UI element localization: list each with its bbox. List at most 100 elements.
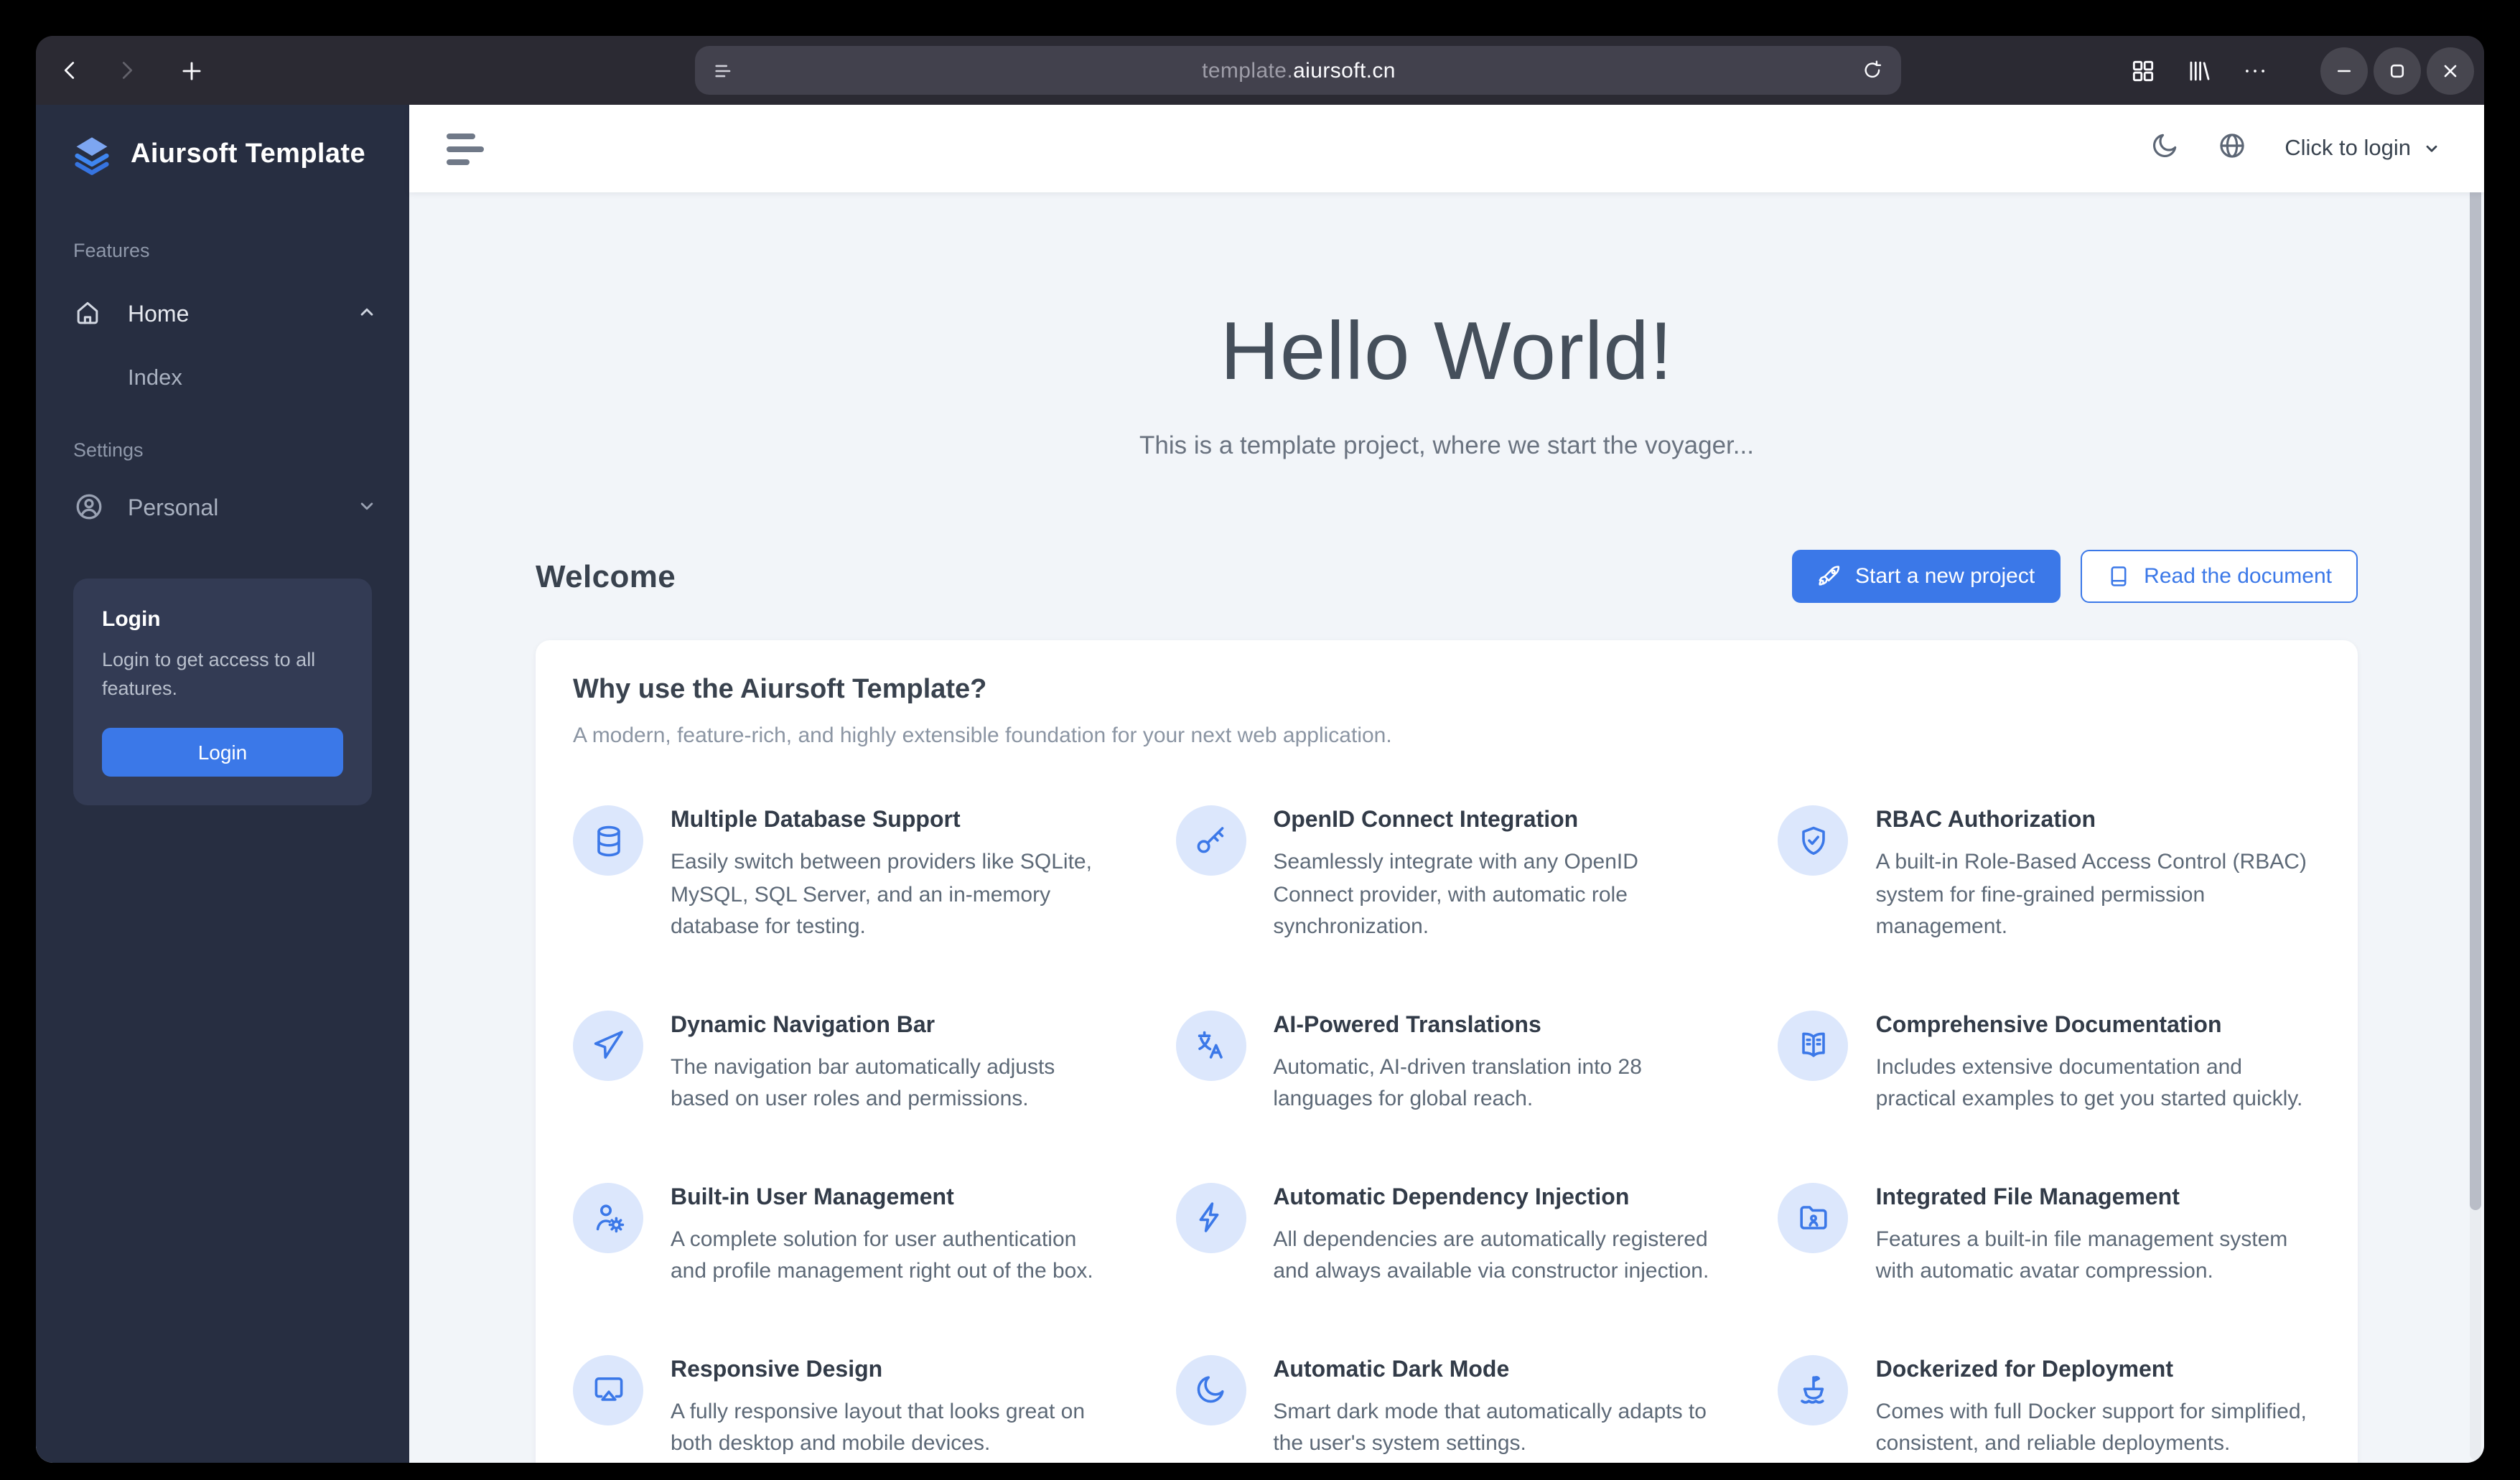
- feature-body: A built-in Role-Based Access Control (RB…: [1875, 850, 2307, 939]
- ship-icon: [1778, 1354, 1849, 1425]
- book-open-icon: [1778, 1010, 1849, 1080]
- user-gear-icon: [573, 1182, 643, 1252]
- read-document-label: Read the document: [2144, 564, 2332, 589]
- extensions-grid-icon[interactable]: [2129, 57, 2157, 84]
- read-document-button[interactable]: Read the document: [2081, 550, 2358, 603]
- sidebar-item-personal-label: Personal: [128, 497, 219, 521]
- reload-icon[interactable]: [1861, 59, 1884, 82]
- browser-chrome: template.aiursoft.cn: [36, 36, 2484, 105]
- feature-body: Automatic, AI-driven translation into 28…: [1273, 1054, 1642, 1111]
- feature-title: Comprehensive Documentation: [1875, 1013, 2222, 1037]
- login-card-title: Login: [102, 607, 161, 632]
- hero-title: Hello World!: [1220, 306, 1674, 398]
- feature-title: AI-Powered Translations: [1273, 1013, 1541, 1037]
- feature-title: OpenID Connect Integration: [1273, 808, 1579, 833]
- features-card-title: Why use the Aiursoft Template?: [573, 675, 987, 705]
- hero: Hello World! This is a template project,…: [536, 304, 2358, 461]
- welcome-row: Welcome Start a new project Read the doc…: [536, 550, 2358, 603]
- feature-title: Integrated File Management: [1875, 1185, 2180, 1209]
- feature-title: Multiple Database Support: [671, 808, 961, 833]
- feature-title: Automatic Dark Mode: [1273, 1357, 1510, 1382]
- user-circle-icon: [73, 490, 105, 529]
- welcome-title: Welcome: [536, 558, 676, 594]
- start-new-project-button[interactable]: Start a new project: [1792, 550, 2061, 603]
- feature-body: Easily switch between providers like SQL…: [671, 850, 1092, 939]
- topbar: Click to login: [409, 105, 2484, 192]
- window-close-button[interactable]: [2427, 47, 2474, 94]
- feature-title: Responsive Design: [671, 1357, 883, 1382]
- feature-title: Built-in User Management: [671, 1185, 954, 1209]
- feature-body: Comes with full Docker support for simpl…: [1875, 1399, 2307, 1456]
- dark-mode-moon-icon[interactable]: [2150, 130, 2180, 167]
- login-card-body: Login to get access to all features.: [102, 649, 316, 700]
- hero-subtitle: This is a template project, where we sta…: [1139, 431, 1754, 459]
- feature-body: A complete solution for user authenticat…: [671, 1227, 1093, 1283]
- sidebar-item-index-label: Index: [128, 366, 182, 390]
- menu-ellipsis-icon[interactable]: [2241, 57, 2269, 84]
- sidebar: Aiursoft Template Features Home Index Se…: [36, 105, 409, 1463]
- folder-user-icon: [1778, 1182, 1849, 1252]
- feature-item: AI-Powered Translations Automatic, AI-dr…: [1175, 1010, 1717, 1116]
- chevron-up-icon: [356, 301, 378, 330]
- hamburger-menu-icon[interactable]: [447, 133, 484, 164]
- database-icon: [573, 805, 643, 876]
- language-globe-icon[interactable]: [2217, 130, 2247, 167]
- feature-body: A fully responsive layout that looks gre…: [671, 1399, 1086, 1456]
- click-to-login-label: Click to login: [2285, 136, 2411, 160]
- chevron-down-icon: [356, 495, 378, 524]
- url-prefix: template.: [1202, 58, 1294, 83]
- feature-item: Automatic Dependency Injection All depen…: [1175, 1182, 1717, 1288]
- page: Aiursoft Template Features Home Index Se…: [36, 105, 2484, 1463]
- shield-check-icon: [1778, 805, 1849, 876]
- new-tab-button[interactable]: [178, 57, 205, 84]
- sidebar-item-index[interactable]: Index: [36, 362, 409, 396]
- feature-item: Multiple Database Support Easily switch …: [573, 805, 1115, 944]
- url-bar[interactable]: template.aiursoft.cn: [695, 46, 1901, 95]
- feature-body: Smart dark mode that automatically adapt…: [1273, 1399, 1707, 1456]
- feature-title: Dynamic Navigation Bar: [671, 1013, 935, 1037]
- feature-item: Dynamic Navigation Bar The navigation ba…: [573, 1010, 1115, 1116]
- url-domain: aiursoft.cn: [1293, 58, 1396, 83]
- home-icon: [73, 298, 102, 334]
- navigation-icon: [573, 1010, 643, 1080]
- feature-item: Comprehensive Documentation Includes ext…: [1778, 1010, 2320, 1116]
- features-card: Why use the Aiursoft Template? A modern,…: [536, 640, 2358, 1463]
- brand[interactable]: Aiursoft Template: [36, 105, 409, 177]
- cast-icon: [573, 1354, 643, 1425]
- scrollbar-thumb[interactable]: [2470, 111, 2481, 1210]
- page-scrollbar: [2470, 108, 2481, 1460]
- feature-item: OpenID Connect Integration Seamlessly in…: [1175, 805, 1717, 944]
- moon-icon: [1175, 1354, 1246, 1425]
- browser-forward-button[interactable]: [113, 57, 139, 83]
- feature-item: Automatic Dark Mode Smart dark mode that…: [1175, 1354, 1717, 1461]
- click-to-login-dropdown[interactable]: Click to login: [2285, 136, 2441, 161]
- feature-item: RBAC Authorization A built-in Role-Based…: [1778, 805, 2320, 944]
- zap-icon: [1175, 1182, 1246, 1252]
- features-card-subtitle: A modern, feature-rich, and highly exten…: [573, 723, 1392, 748]
- window-minimize-button[interactable]: [2320, 47, 2368, 94]
- window-maximize-button[interactable]: [2374, 47, 2421, 94]
- desktop: template.aiursoft.cn Aiursoft Template F…: [0, 0, 2520, 1480]
- key-icon: [1175, 805, 1246, 876]
- login-button[interactable]: Login: [102, 727, 343, 776]
- feature-title: Dockerized for Deployment: [1875, 1357, 2173, 1382]
- main-area: Click to login Hello World! This is a te…: [409, 105, 2484, 1463]
- feature-item: Responsive Design A fully responsive lay…: [573, 1354, 1115, 1461]
- sidebar-section-features: Features: [73, 240, 150, 261]
- library-icon[interactable]: [2185, 57, 2213, 84]
- feature-body: The navigation bar automatically adjusts…: [671, 1054, 1055, 1111]
- browser-window: template.aiursoft.cn Aiursoft Template F…: [36, 36, 2484, 1463]
- feature-item: Dockerized for Deployment Comes with ful…: [1778, 1354, 2320, 1461]
- feature-title: RBAC Authorization: [1875, 808, 2096, 833]
- page-actions-icon[interactable]: [712, 58, 737, 83]
- book-icon: [2106, 564, 2131, 589]
- browser-back-button[interactable]: [57, 57, 83, 83]
- chevron-down-icon: [2422, 139, 2441, 158]
- rocket-icon: [1818, 564, 1842, 589]
- translate-icon: [1175, 1010, 1246, 1080]
- sidebar-item-home[interactable]: Home: [36, 284, 409, 347]
- feature-grid: Multiple Database Support Easily switch …: [573, 805, 2320, 1461]
- sidebar-item-personal[interactable]: Personal: [36, 481, 409, 538]
- feature-body: All dependencies are automatically regis…: [1273, 1227, 1709, 1283]
- feature-body: Features a built-in file management syst…: [1875, 1227, 2288, 1283]
